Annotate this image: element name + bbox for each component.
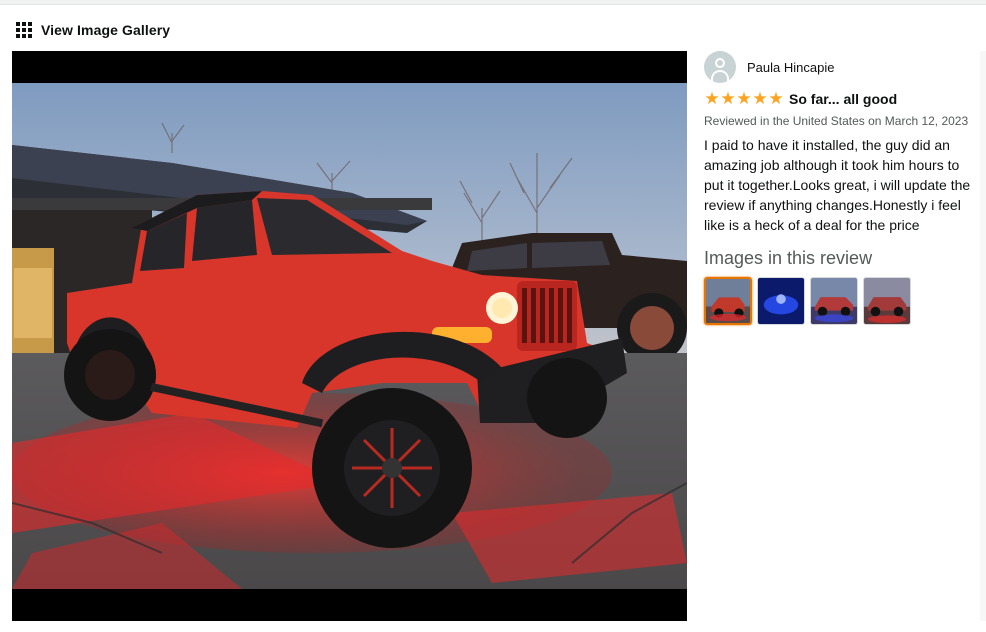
star-icon: ★ (720, 89, 736, 108)
star-icon: ★ (704, 89, 720, 108)
review-thumbnail[interactable] (810, 277, 858, 325)
grid-icon (16, 22, 32, 38)
top-divider (0, 0, 986, 5)
rating-row: ★ ★ ★ ★ ★ So far... all good (704, 90, 974, 108)
reviewer-name: Paula Hincapie (747, 59, 835, 75)
reviewer-profile[interactable]: Paula Hincapie (704, 51, 974, 83)
star-icon: ★ (752, 89, 768, 108)
images-heading: Images in this review (704, 248, 873, 268)
review-thumbnail[interactable] (863, 277, 911, 325)
star-rating: ★ ★ ★ ★ ★ (704, 89, 784, 108)
avatar (704, 51, 736, 83)
review-panel: Paula Hincapie ★ ★ ★ ★ ★ So far... all g… (704, 51, 974, 325)
view-image-gallery-link[interactable]: View Image Gallery (16, 20, 170, 40)
review-title: So far... all good (789, 91, 898, 107)
gallery-link-label: View Image Gallery (41, 22, 171, 38)
review-thumbnails (704, 277, 974, 325)
review-date: Reviewed in the United States on March 1… (704, 114, 969, 128)
review-thumbnail[interactable] (757, 277, 805, 325)
review-body: I paid to have it installed, the guy did… (704, 137, 971, 233)
review-scrollbar[interactable] (980, 51, 986, 621)
star-icon: ★ (736, 89, 752, 108)
star-icon: ★ (768, 89, 784, 108)
image-viewer[interactable] (12, 51, 687, 621)
review-photo (12, 83, 687, 589)
review-thumbnail[interactable] (704, 277, 752, 325)
